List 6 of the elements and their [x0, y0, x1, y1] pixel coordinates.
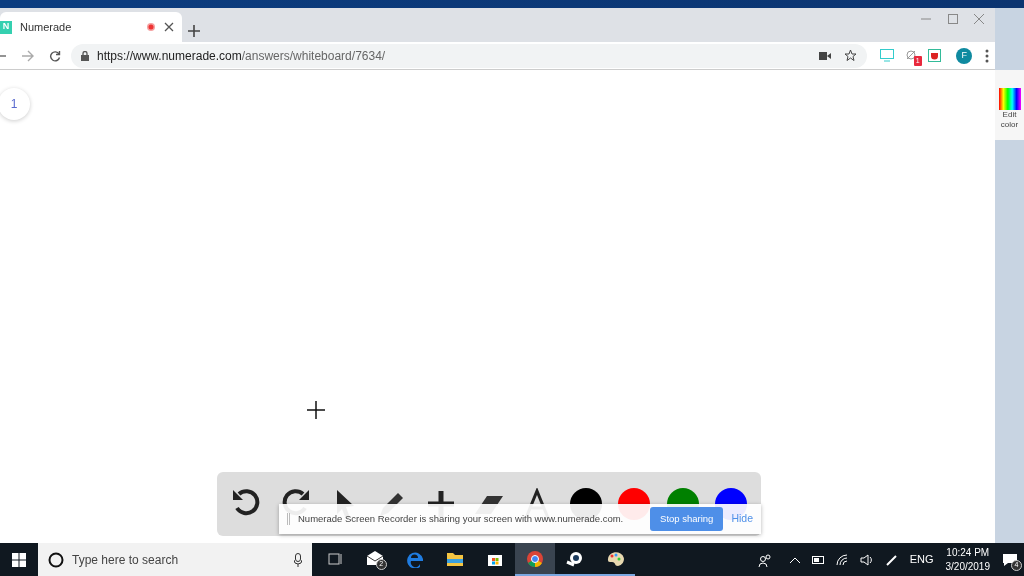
- search-placeholder: Type here to search: [72, 551, 180, 569]
- edit-colors-label: Edit color: [999, 110, 1020, 131]
- tab-title: Numerade: [20, 19, 73, 35]
- url-text: https://www.numerade.com/answers/whiteboard/7634/: [97, 47, 387, 65]
- site-favicon: N: [0, 20, 12, 34]
- sharing-message: Numerade Screen Recorder is sharing your screen with www.numerade.com.: [298, 511, 625, 526]
